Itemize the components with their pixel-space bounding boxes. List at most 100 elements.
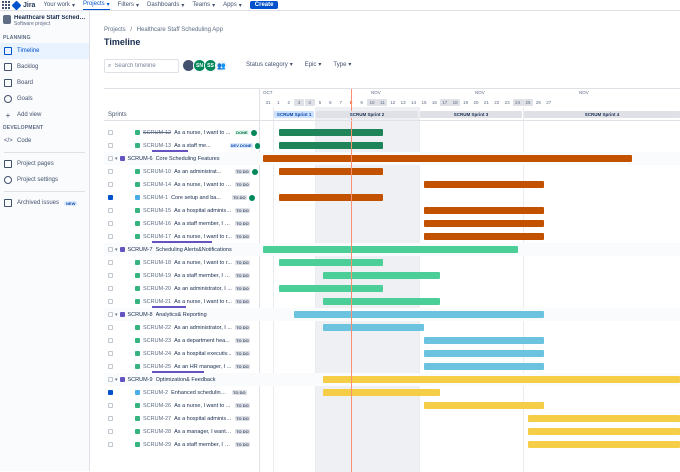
epic-row[interactable]: ▾ SCRUM-7 Scheduling Alerts&Notifications (104, 243, 260, 256)
row-checkbox[interactable] (108, 403, 113, 408)
row-checkbox[interactable] (108, 325, 113, 330)
status-badge[interactable]: TO DO (235, 416, 250, 421)
status-badge[interactable]: TO DO (232, 195, 247, 200)
issue-bar[interactable] (424, 220, 544, 227)
issue-bar[interactable] (424, 337, 544, 344)
filter-status-category[interactable]: Status category ▾ (246, 61, 293, 68)
issue-bar[interactable] (278, 142, 383, 149)
issue-key[interactable]: SCRUM-27 (143, 416, 171, 422)
issue-bar[interactable] (278, 168, 383, 175)
issue-bar[interactable] (278, 259, 383, 266)
row-checkbox[interactable] (108, 260, 113, 265)
issue-row[interactable]: SCRUM-26 As a nurse, I want to ... TO DO (104, 399, 260, 412)
row-checkbox[interactable] (108, 377, 113, 382)
issue-row[interactable]: SCRUM-12 As a nurse, I want to ... DONE (104, 126, 260, 139)
status-badge[interactable]: TO DO (235, 364, 250, 369)
issue-key[interactable]: SCRUM-26 (143, 403, 171, 409)
issue-key[interactable]: SCRUM-10 (143, 169, 171, 175)
status-badge[interactable]: TO DO (235, 442, 250, 447)
row-checkbox[interactable] (108, 169, 113, 174)
issue-bar[interactable] (424, 402, 544, 409)
sidebar-item-project-settings[interactable]: Project settings (0, 172, 89, 188)
status-badge[interactable]: TO DO (235, 299, 250, 304)
status-badge[interactable]: TO DO (235, 208, 250, 213)
epic-bar[interactable] (263, 246, 518, 253)
issue-bar[interactable] (278, 129, 383, 136)
sprint-chip[interactable]: SCRUM Sprint 3 (420, 111, 522, 118)
row-checkbox[interactable] (108, 143, 113, 148)
chevron-down-icon[interactable]: ▾ (115, 377, 118, 383)
row-checkbox[interactable] (108, 416, 113, 421)
status-badge[interactable]: TO DO (235, 338, 250, 343)
project-header[interactable]: Healthcare Staff Scheduli... Software pr… (0, 11, 89, 33)
issue-key[interactable]: SCRUM-2 (143, 390, 168, 396)
row-checkbox[interactable] (108, 338, 113, 343)
sprint-chip[interactable]: SCRUM Sprint 4 (524, 111, 680, 118)
issue-key[interactable]: SCRUM-24 (143, 351, 171, 357)
issue-key[interactable]: SCRUM-14 (143, 182, 171, 188)
issue-key[interactable]: SCRUM-20 (143, 286, 171, 292)
issue-bar[interactable] (323, 324, 425, 331)
epic-row[interactable]: ▾ SCRUM-9 Optimization& Feedback (104, 373, 260, 386)
nav-your-work[interactable]: Your work ▾ (43, 2, 74, 9)
row-checkbox[interactable] (108, 364, 113, 369)
issue-bar[interactable] (424, 233, 544, 240)
issue-row[interactable]: SCRUM-27 As a hospital administ... TO DO (104, 412, 260, 425)
issue-row[interactable]: SCRUM-23 As a department hea... TO DO (104, 334, 260, 347)
issue-row[interactable]: SCRUM-18 As a nurse, I want to r... TO DO (104, 256, 260, 269)
chevron-down-icon[interactable]: ▾ (115, 156, 118, 162)
issue-key[interactable]: SCRUM-15 (143, 208, 171, 214)
sprint-chip[interactable]: SCRUM Sprint 2 (316, 111, 418, 118)
issue-row[interactable]: SCRUM-2 Enhanced scheduling a... TO DO (104, 386, 260, 399)
issue-bar[interactable] (424, 207, 544, 214)
row-checkbox[interactable] (108, 299, 113, 304)
issue-key[interactable]: SCRUM-7 (128, 247, 153, 253)
status-badge[interactable]: TO DO (235, 182, 250, 187)
issue-key[interactable]: SCRUM-1 (143, 195, 168, 201)
assignee-avatar[interactable] (251, 168, 258, 175)
sprint-chip[interactable]: SCRUM Sprint 1 (274, 111, 314, 118)
sidebar-item-timeline[interactable]: Timeline (0, 43, 89, 59)
chevron-down-icon[interactable]: ▾ (115, 247, 118, 253)
row-checkbox[interactable] (108, 442, 113, 447)
epic-bar[interactable] (323, 376, 680, 383)
issue-row[interactable]: SCRUM-10 As an administrat... TO DO (104, 165, 260, 178)
issue-bar[interactable] (323, 272, 440, 279)
status-badge[interactable]: TO DO (235, 221, 250, 226)
assignee-avatar[interactable] (250, 129, 257, 136)
issue-row[interactable]: SCRUM-14 As a nurse, I want to v... TO DO (104, 178, 260, 191)
issue-row[interactable]: SCRUM-29 As a staff member, I w... TO DO (104, 438, 260, 451)
epic-row[interactable]: ▾ SCRUM-6 Core Scheduling Features (104, 152, 260, 165)
issue-row[interactable]: SCRUM-24 As a hospital executiv... TO DO (104, 347, 260, 360)
row-checkbox[interactable] (108, 195, 113, 200)
issue-key[interactable]: SCRUM-17 (143, 234, 171, 240)
jira-logo[interactable]: Jira (11, 0, 35, 10)
nav-apps[interactable]: Apps ▾ (223, 2, 242, 9)
assignee-avatar[interactable] (248, 194, 255, 201)
issue-key[interactable]: SCRUM-29 (143, 442, 171, 448)
issue-key[interactable]: SCRUM-19 (143, 273, 171, 279)
issue-bar[interactable] (528, 415, 680, 422)
issue-key[interactable]: SCRUM-6 (128, 156, 153, 162)
status-badge[interactable]: TO DO (235, 273, 250, 278)
row-checkbox[interactable] (108, 312, 113, 317)
nav-teams[interactable]: Teams ▾ (192, 2, 215, 9)
nav-filters[interactable]: Filters ▾ (118, 2, 139, 9)
epic-bar[interactable] (263, 155, 633, 162)
issue-key[interactable]: SCRUM-9 (128, 377, 153, 383)
issue-row[interactable]: SCRUM-1 Core setup and ba... TO DO (104, 191, 260, 204)
sidebar-item-code[interactable]: </> Code (0, 133, 89, 149)
sidebar-item-backlog[interactable]: Backlog (0, 59, 89, 75)
issue-row[interactable]: SCRUM-16 As a staff member, I w... TO DO (104, 217, 260, 230)
issue-bar[interactable] (528, 441, 680, 448)
sidebar-item-board[interactable]: Board (0, 75, 89, 91)
nav-projects[interactable]: Projects ▾ (82, 1, 110, 10)
issue-row[interactable]: SCRUM-22 As an administrator, I ... TO DO (104, 321, 260, 334)
issue-key[interactable]: SCRUM-21 (143, 299, 171, 305)
issue-key[interactable]: SCRUM-23 (143, 338, 171, 344)
issue-bar[interactable] (278, 285, 383, 292)
status-badge[interactable]: TO DO (235, 234, 250, 239)
issue-key[interactable]: SCRUM-13 (143, 143, 171, 149)
nav-dashboards[interactable]: Dashboards ▾ (147, 2, 184, 9)
sidebar-item-goals[interactable]: Goals (0, 91, 89, 107)
